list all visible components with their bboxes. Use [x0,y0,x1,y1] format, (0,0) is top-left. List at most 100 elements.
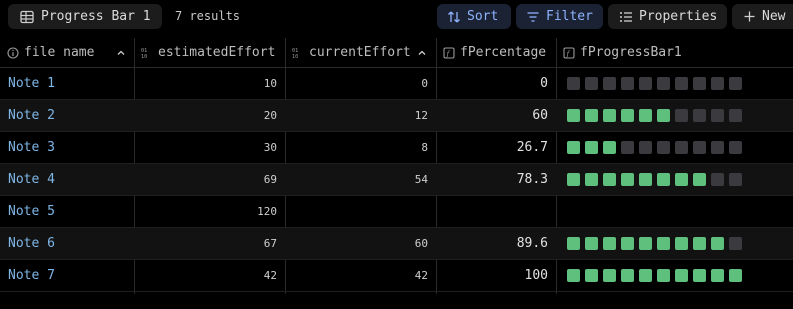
progress-square-filled [585,141,598,154]
progress-square-filled [585,237,598,250]
formula-icon: f [443,46,455,59]
file-name-link[interactable]: Note 5 [0,196,134,227]
list-icon [619,10,633,24]
progress-square-empty [657,141,670,154]
formula-icon: f [563,46,575,59]
percentage-cell: 26.7 [516,140,548,155]
progress-square-empty [711,77,724,90]
progress-square-filled [567,109,580,122]
estimated-effort-cell[interactable]: 69 [134,164,285,195]
properties-button[interactable]: Properties [608,4,727,29]
toolbar: Progress Bar 1 7 results Sort Filter Pro… [0,0,793,34]
progress-square-filled [603,269,616,282]
file-name-link[interactable]: Note 7 [0,260,134,291]
sort-button[interactable]: Sort [437,4,511,29]
progress-square-filled [621,109,634,122]
current-effort-cell[interactable] [285,196,436,227]
filter-label: Filter [546,9,593,24]
table-row: Note 3 30 8 26.7 [0,132,793,164]
current-effort-cell[interactable]: 60 [285,228,436,259]
file-name-link[interactable]: Note 1 [0,68,134,99]
progress-square-filled [657,237,670,250]
table-row: Note 1 10 0 0 [0,68,793,100]
progress-square-filled [729,269,742,282]
progress-square-empty [729,77,742,90]
progress-bar-cell [556,100,793,131]
progress-square-filled [675,173,688,186]
filter-button[interactable]: Filter [516,4,603,29]
estimated-effort-cell[interactable]: 42 [134,260,285,291]
progress-square-filled [621,269,634,282]
column-header-file-name[interactable]: file name [0,38,134,67]
sort-icon [447,10,461,24]
estimated-effort-cell[interactable]: 67 [134,228,285,259]
file-name-link[interactable]: Note 2 [0,100,134,131]
current-effort-cell[interactable]: 0 [285,68,436,99]
view-selector-button[interactable]: Progress Bar 1 [8,4,162,29]
progress-square-empty [711,173,724,186]
svg-text:f: f [566,50,571,58]
plus-icon [743,10,756,23]
progress-bar-cell [556,164,793,195]
file-name-link[interactable]: Note 6 [0,228,134,259]
progress-square-filled [657,109,670,122]
progress-square-empty [567,77,580,90]
estimated-effort-cell[interactable]: 20 [134,100,285,131]
column-header-f-percentage[interactable]: f fPercentage [436,38,556,67]
percentage-cell: 100 [524,268,548,283]
column-header-current-effort[interactable]: 01 10 currentEffort [285,38,436,67]
estimated-effort-cell[interactable]: 10 [134,68,285,99]
progress-square-empty [621,141,634,154]
current-effort-cell[interactable]: 54 [285,164,436,195]
current-effort-cell[interactable]: 8 [285,132,436,163]
progress-square-filled [603,237,616,250]
progress-square-filled [657,173,670,186]
progress-square-filled [693,269,706,282]
table-header: file name 01 10 estimatedEffort 01 10 curr… [0,38,793,68]
progress-square-empty [693,109,706,122]
number-icon: 01 10 [292,47,304,59]
progress-square-filled [603,141,616,154]
progress-square-empty [693,77,706,90]
file-name-link[interactable]: Note 3 [0,132,134,163]
info-icon [7,46,19,59]
table-row: Note 6 67 60 89.6 [0,228,793,260]
progress-bar-cell [556,228,793,259]
percentage-cell: 89.6 [516,236,548,251]
progress-square-empty [621,77,634,90]
file-name-link[interactable]: Note 4 [0,164,134,195]
progress-square-empty [657,77,670,90]
progress-square-filled [711,237,724,250]
progress-square-filled [603,173,616,186]
progress-square-empty [675,141,688,154]
progress-square-filled [603,109,616,122]
progress-square-filled [657,269,670,282]
progress-square-filled [675,269,688,282]
column-label: file name [24,45,95,60]
progress-square-empty [639,141,652,154]
view-name: Progress Bar 1 [41,9,151,24]
progress-bar-cell [556,196,793,227]
current-effort-cell[interactable]: 12 [285,100,436,131]
table-icon [20,10,34,24]
progress-square-filled [567,237,580,250]
chevron-up-icon [116,48,126,58]
estimated-effort-cell[interactable]: 30 [134,132,285,163]
sort-label: Sort [467,9,499,24]
column-label: fProgressBar1 [580,45,682,60]
progress-square-empty [711,141,724,154]
percentage-cell: 60 [532,108,548,123]
new-button[interactable]: New [732,4,793,29]
column-header-f-progress-bar[interactable]: f fProgressBar1 [556,38,793,67]
table-row: Note 5 120 [0,196,793,228]
chevron-up-icon [417,48,427,58]
column-header-estimated-effort[interactable]: 01 10 estimatedEffort [134,38,285,67]
progress-square-empty [603,77,616,90]
progress-square-empty [585,77,598,90]
current-effort-cell[interactable]: 42 [285,260,436,291]
estimated-effort-cell[interactable]: 120 [134,196,285,227]
progress-square-empty [729,141,742,154]
progress-square-filled [693,237,706,250]
table-row: Note 2 20 12 60 [0,100,793,132]
progress-square-filled [693,173,706,186]
